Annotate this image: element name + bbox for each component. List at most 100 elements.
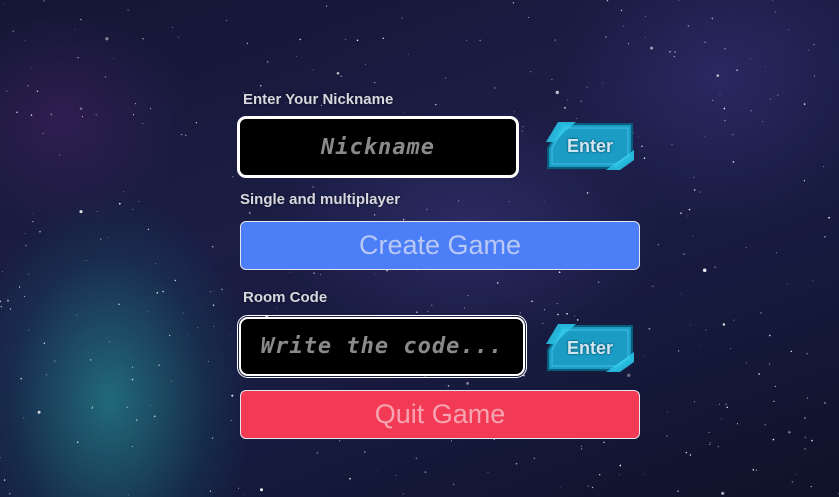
- quit-game-button[interactable]: Quit Game: [240, 390, 640, 439]
- star: [699, 191, 701, 193]
- star: [0, 300, 2, 303]
- star: [586, 86, 588, 88]
- star: [587, 485, 589, 487]
- star: [683, 253, 685, 255]
- star: [689, 324, 691, 326]
- star: [209, 490, 211, 492]
- star: [519, 312, 521, 314]
- star: [424, 471, 427, 473]
- star: [9, 493, 11, 495]
- star: [118, 202, 121, 205]
- star: [377, 470, 379, 472]
- star: [123, 191, 125, 193]
- star: [248, 212, 251, 214]
- star: [243, 494, 245, 495]
- star: [677, 350, 680, 352]
- star: [828, 216, 830, 219]
- star: [808, 49, 810, 51]
- star: [100, 238, 102, 240]
- star: [770, 98, 771, 100]
- star: [316, 452, 319, 454]
- star: [515, 462, 518, 465]
- star: [732, 133, 734, 136]
- star: [466, 382, 469, 385]
- star: [374, 81, 376, 84]
- star: [230, 335, 232, 337]
- star: [804, 417, 806, 419]
- star: [20, 377, 22, 380]
- star: [213, 326, 215, 328]
- star: [118, 303, 120, 306]
- room-code-input[interactable]: Write the code...: [237, 315, 527, 378]
- star: [680, 293, 682, 295]
- star: [27, 85, 29, 87]
- star: [724, 48, 726, 50]
- star: [700, 345, 702, 346]
- star: [618, 474, 620, 476]
- star: [795, 474, 797, 475]
- star: [37, 410, 41, 414]
- star: [259, 488, 264, 492]
- star: [791, 480, 794, 483]
- star: [401, 17, 403, 19]
- create-game-button[interactable]: Create Game: [240, 221, 640, 270]
- star: [788, 28, 790, 30]
- star: [716, 74, 720, 77]
- star: [126, 406, 128, 409]
- star: [182, 312, 184, 314]
- star: [627, 373, 631, 377]
- star: [576, 117, 578, 119]
- star: [745, 247, 747, 249]
- star: [3, 479, 6, 481]
- star: [431, 304, 433, 306]
- star: [79, 107, 83, 110]
- star: [732, 161, 735, 163]
- star: [772, 438, 775, 441]
- star: [755, 469, 758, 471]
- star: [349, 477, 351, 480]
- star: [96, 211, 98, 212]
- star: [605, 36, 607, 38]
- star: [181, 133, 183, 136]
- star: [693, 176, 695, 178]
- star: [773, 400, 775, 402]
- star: [169, 334, 171, 336]
- nickname-enter-button[interactable]: Enter: [544, 120, 636, 172]
- star: [109, 341, 111, 343]
- star: [207, 361, 209, 363]
- star: [195, 122, 198, 124]
- star: [3, 2, 4, 4]
- star: [212, 246, 214, 248]
- star: [59, 154, 61, 156]
- star: [686, 215, 688, 217]
- star: [666, 435, 668, 437]
- star: [365, 64, 366, 65]
- star: [50, 113, 53, 116]
- star: [667, 411, 669, 413]
- star: [113, 57, 114, 59]
- star: [508, 201, 510, 202]
- star: [762, 121, 763, 122]
- star: [749, 58, 751, 60]
- star: [560, 486, 561, 488]
- star: [643, 355, 645, 357]
- star: [403, 112, 404, 114]
- star: [514, 111, 515, 113]
- star: [557, 313, 559, 316]
- star: [127, 494, 129, 496]
- star: [105, 37, 109, 41]
- star: [788, 431, 791, 434]
- star: [702, 268, 707, 273]
- star: [415, 311, 418, 314]
- star: [12, 30, 14, 32]
- room-enter-button[interactable]: Enter: [544, 322, 636, 374]
- star: [1, 270, 3, 272]
- star: [736, 423, 739, 425]
- star: [643, 157, 646, 159]
- star: [158, 364, 161, 367]
- nickname-input[interactable]: Nickname: [237, 116, 519, 178]
- star: [657, 244, 660, 246]
- star: [813, 75, 816, 77]
- star: [147, 310, 149, 312]
- star: [606, 0, 609, 2]
